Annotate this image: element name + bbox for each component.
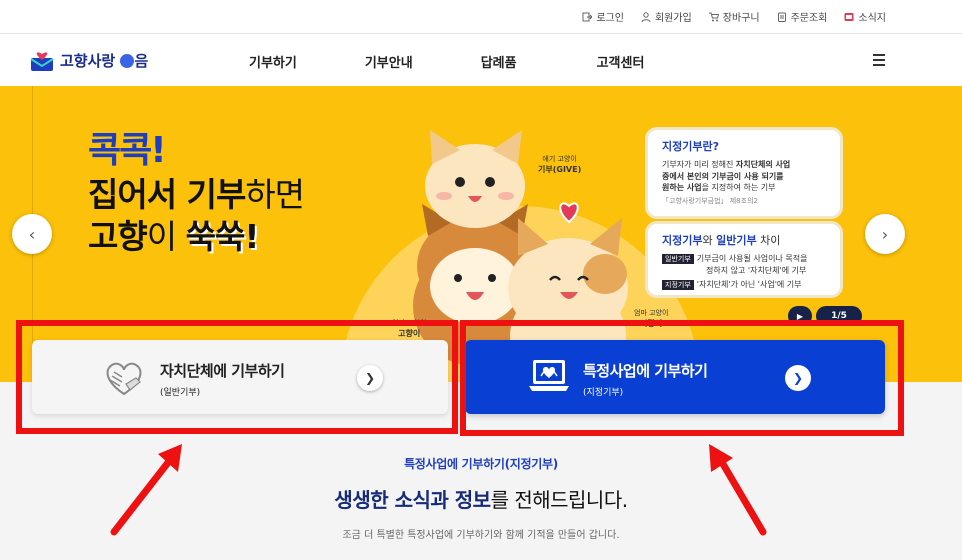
annotation-box-specific (460, 320, 904, 436)
order-link[interactable]: 주문조회 (777, 9, 828, 24)
hamburger-menu-icon[interactable] (873, 54, 885, 66)
main-nav: 기부하기 기부안내 답례품 고객센터 (249, 52, 644, 71)
login-link[interactable]: 로그인 (582, 9, 624, 24)
nav-customer-center[interactable]: 고객센터 (597, 52, 645, 71)
chevron-right-icon: › (881, 224, 889, 244)
banner-headline: 콕콕! 집어서 기부하면 고향이 쑥쑥! (88, 128, 305, 259)
nav-return-gifts[interactable]: 답례품 (481, 52, 517, 71)
annotation-arrow-right (709, 444, 767, 536)
annotation-box-general (16, 320, 458, 434)
cart-label: 장바구니 (722, 13, 760, 24)
banner-prev-button[interactable]: ‹ (12, 214, 52, 254)
char-label-baby-cat: 애기 고양이 기부(GIVE) (538, 155, 582, 174)
info-card-source: 「고향사랑기부금법」 제8조의2 (662, 196, 758, 205)
info-card-difference: 지정기부와 일반기부 차이 일반기부 기부금이 사용될 사업이나 목적을 정하지 않… (645, 221, 843, 298)
login-label: 로그인 (596, 13, 624, 24)
info-card-text: 기부자가 미리 정해진 자치단체의 사업 중에서 본인의 기부금이 사용 되기를… (662, 160, 791, 193)
cart-icon (708, 12, 719, 21)
info-card-difference-title: 지정기부와 일반기부 차이 (662, 234, 781, 247)
newsletter-icon (844, 12, 854, 21)
site-logo[interactable]: 고향사랑 음 (30, 50, 148, 71)
cart-link[interactable]: 장바구니 (708, 9, 760, 24)
newsletter-label: 소식지 (858, 13, 886, 24)
headline-line-3: 고향이 쑥쑥! (88, 217, 259, 257)
banner-next-button[interactable]: › (865, 214, 905, 254)
site-header: 고향사랑 음 기부하기 기부안내 답례품 고객센터 (0, 34, 962, 86)
login-icon (582, 12, 593, 21)
heart-envelope-logo-icon (30, 51, 54, 71)
signup-label: 회원가입 (654, 13, 692, 24)
logo-text: 고향사랑 음 (60, 52, 149, 70)
order-icon (777, 12, 786, 22)
info-card-title: 지정기부란? (662, 140, 719, 153)
signup-link[interactable]: 회원가입 (641, 9, 692, 24)
headline-kokkok: 콕콕! (88, 130, 167, 171)
chevron-left-icon: ‹ (28, 224, 36, 244)
nav-donate[interactable]: 기부하기 (249, 52, 297, 71)
nav-donation-guide[interactable]: 기부안내 (365, 52, 413, 71)
utility-nav: 로그인 회원가입 장바구니 주문조회 소식지 (582, 9, 886, 24)
headline-line-2: 집어서 기부하면 (88, 175, 305, 215)
annotation-arrow-left (110, 444, 182, 536)
user-icon (641, 11, 651, 22)
info-card-designated-donation: 지정기부란? 기부자가 미리 정해진 자치단체의 사업 중에서 본인의 기부금이… (645, 127, 843, 219)
utility-bar: 로그인 회원가입 장바구니 주문조회 소식지 (0, 0, 962, 34)
newsletter-link[interactable]: 소식지 (844, 9, 886, 24)
order-label: 주문조회 (790, 13, 828, 24)
info-row-general: 일반기부 기부금이 사용될 사업이나 목적을 정하지 않고 '자치단체'에 기부 (662, 253, 830, 276)
info-row-designated: 지정기부 '자치단체'가 아닌 '사업'에 기부 (662, 279, 830, 291)
